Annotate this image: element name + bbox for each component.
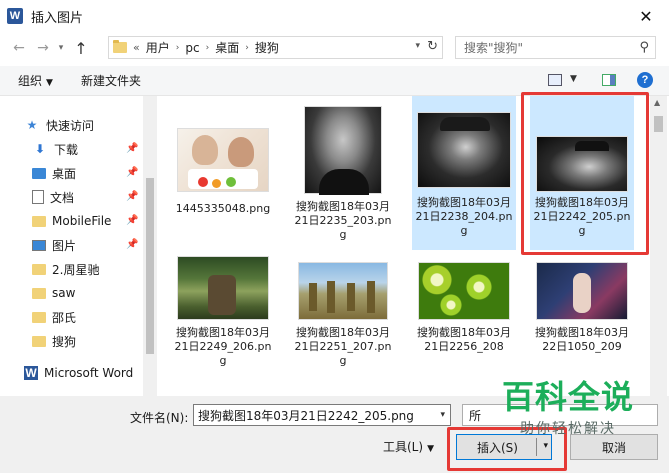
filename-input[interactable]: 搜狗截图18年03月21日2242_205.png <box>198 407 440 424</box>
chevron-down-icon[interactable]: ▾ <box>440 410 445 420</box>
file-thumbnail <box>304 106 382 195</box>
folder-icon <box>113 40 127 53</box>
search-box[interactable]: 搜索"搜狗" ⚲ <box>455 36 656 59</box>
file-item-1050-209[interactable]: 搜狗截图18年03月22日1050_209 <box>530 256 634 396</box>
word-icon: W <box>24 366 38 380</box>
folder-icon <box>32 287 46 299</box>
document-icon <box>32 190 44 204</box>
file-thumbnail <box>177 128 269 192</box>
file-grid-scrollbar-thumb[interactable] <box>654 116 663 132</box>
file-name: 搜狗截图18年03月21日2256_208 <box>417 326 511 353</box>
pictures-icon <box>32 239 46 251</box>
breadcrumb-overflow[interactable]: « <box>133 41 140 54</box>
watermark-subtitle: 助你轻松解决 <box>520 421 616 437</box>
file-item-2251-207[interactable]: 搜狗截图18年03月21日2251_207.png <box>291 256 395 396</box>
sidebar-scrollbar[interactable] <box>143 96 157 396</box>
search-icon[interactable]: ⚲ <box>639 40 649 55</box>
desktop-icon <box>32 167 46 179</box>
word-app-icon: W <box>7 8 23 24</box>
file-name: 搜狗截图18年03月22日1050_209 <box>535 326 629 353</box>
navigation-pane: ★ 快速访问 ⬇ 下载 📌 桌面 📌 文档 📌 MobileFile 📌 图片 … <box>0 96 157 396</box>
chevron-right-icon[interactable]: › <box>176 43 180 53</box>
breadcrumb-desktop[interactable]: 桌面 <box>215 39 239 56</box>
breadcrumb-sogou[interactable]: 搜狗 <box>255 39 279 56</box>
file-thumbnail <box>177 256 269 320</box>
forward-button[interactable]: → <box>32 37 54 59</box>
navigation-bar: ← → ▾ ↑ « 用户 › pc › 桌面 › 搜狗 ▾ ↻ 搜索"搜狗" ⚲ <box>0 32 669 64</box>
recent-locations-button[interactable]: ▾ <box>54 37 68 59</box>
pin-icon: 📌 <box>126 239 139 250</box>
close-button[interactable]: ✕ <box>623 0 669 32</box>
file-name: 1445335048.png <box>175 202 271 215</box>
view-dropdown-icon[interactable]: ▼ <box>570 74 577 84</box>
close-icon: ✕ <box>639 6 653 26</box>
new-folder-button[interactable]: 新建文件夹 <box>81 72 141 89</box>
star-icon: ★ <box>26 118 38 132</box>
file-item-2235-203[interactable]: 搜狗截图18年03月21日2235_203.png <box>291 100 395 258</box>
arrow-right-icon: → <box>37 40 49 56</box>
filename-field[interactable]: 搜狗截图18年03月21日2242_205.png ▾ <box>193 404 451 426</box>
breadcrumb-pc[interactable]: pc <box>185 41 199 55</box>
folder-icon <box>32 215 46 227</box>
caret-down-icon: ▼ <box>427 444 434 454</box>
search-input[interactable]: 搜索"搜狗" <box>464 39 639 56</box>
sidebar-item-sogou[interactable]: 搜狗 <box>32 329 152 353</box>
address-dropdown-icon[interactable]: ▾ <box>415 41 420 51</box>
file-item-2256-208[interactable]: 搜狗截图18年03月21日2256_208 <box>412 256 516 396</box>
title-bar: W 插入图片 ✕ <box>0 0 669 32</box>
sidebar-item-shaw[interactable]: 邵氏 <box>32 305 152 329</box>
watermark-logo: 百科全说 助你轻松解决 <box>468 378 668 442</box>
highlight-box-selected-file <box>521 92 649 255</box>
preview-pane-icon[interactable] <box>602 74 616 86</box>
chevron-right-icon[interactable]: › <box>245 43 249 53</box>
file-thumbnail <box>417 112 511 188</box>
folder-icon <box>32 335 46 347</box>
filename-label: 文件名(N): <box>130 411 189 425</box>
file-thumbnail <box>298 262 388 320</box>
file-thumbnail <box>536 262 628 320</box>
sidebar-scrollbar-thumb[interactable] <box>146 178 154 354</box>
sidebar-item-saw[interactable]: saw <box>32 281 152 305</box>
chevron-right-icon[interactable]: › <box>206 43 210 53</box>
pin-icon: 📌 <box>126 167 139 178</box>
file-name: 搜狗截图18年03月21日2235_203.png <box>294 200 392 241</box>
up-button[interactable]: ↑ <box>70 37 92 59</box>
file-item-2249-206[interactable]: 搜狗截图18年03月21日2249_206.png <box>171 256 275 396</box>
arrow-up-icon: ↑ <box>74 38 88 58</box>
sidebar-item-microsoft-word[interactable]: W Microsoft Word <box>24 361 144 385</box>
folder-icon <box>32 263 46 275</box>
pin-icon: 📌 <box>126 143 139 154</box>
refresh-icon[interactable]: ↻ <box>427 39 438 54</box>
window-title: 插入图片 <box>31 10 84 26</box>
view-mode-icon[interactable] <box>548 74 562 86</box>
sidebar-item-zhouxingchi[interactable]: 2.周星驰 <box>32 257 152 281</box>
file-name: 搜狗截图18年03月21日2249_206.png <box>174 326 272 367</box>
pin-icon: 📌 <box>126 191 139 202</box>
file-name: 搜狗截图18年03月21日2238_204.png <box>415 196 513 237</box>
folder-icon <box>32 311 46 323</box>
file-name: 搜狗截图18年03月21日2251_207.png <box>294 326 392 367</box>
arrow-left-icon: ← <box>13 40 25 56</box>
download-icon: ⬇ <box>34 142 46 156</box>
tools-menu-button[interactable]: 工具(L) ▼ <box>383 438 434 455</box>
sidebar-item-quick-access[interactable]: ★ 快速访问 <box>24 113 144 137</box>
file-item-1445335048[interactable]: 1445335048.png <box>171 100 275 258</box>
back-button[interactable]: ← <box>8 37 30 59</box>
file-thumbnail <box>418 262 510 320</box>
organize-menu-button[interactable]: 组织 ▼ <box>18 72 53 89</box>
file-grid-scrollbar[interactable]: ▲ <box>650 96 667 396</box>
help-icon[interactable]: ? <box>637 72 653 88</box>
file-item-2238-204[interactable]: 搜狗截图18年03月21日2238_204.png <box>412 96 516 250</box>
watermark-title: 百科全说 <box>501 378 634 416</box>
address-bar[interactable]: « 用户 › pc › 桌面 › 搜狗 ▾ ↻ <box>108 36 443 59</box>
pin-icon: 📌 <box>126 215 139 226</box>
caret-down-icon: ▼ <box>46 78 53 88</box>
chevron-down-icon: ▾ <box>58 43 64 53</box>
breadcrumb-users[interactable]: 用户 <box>146 39 170 56</box>
scroll-up-icon[interactable]: ▲ <box>654 98 660 107</box>
